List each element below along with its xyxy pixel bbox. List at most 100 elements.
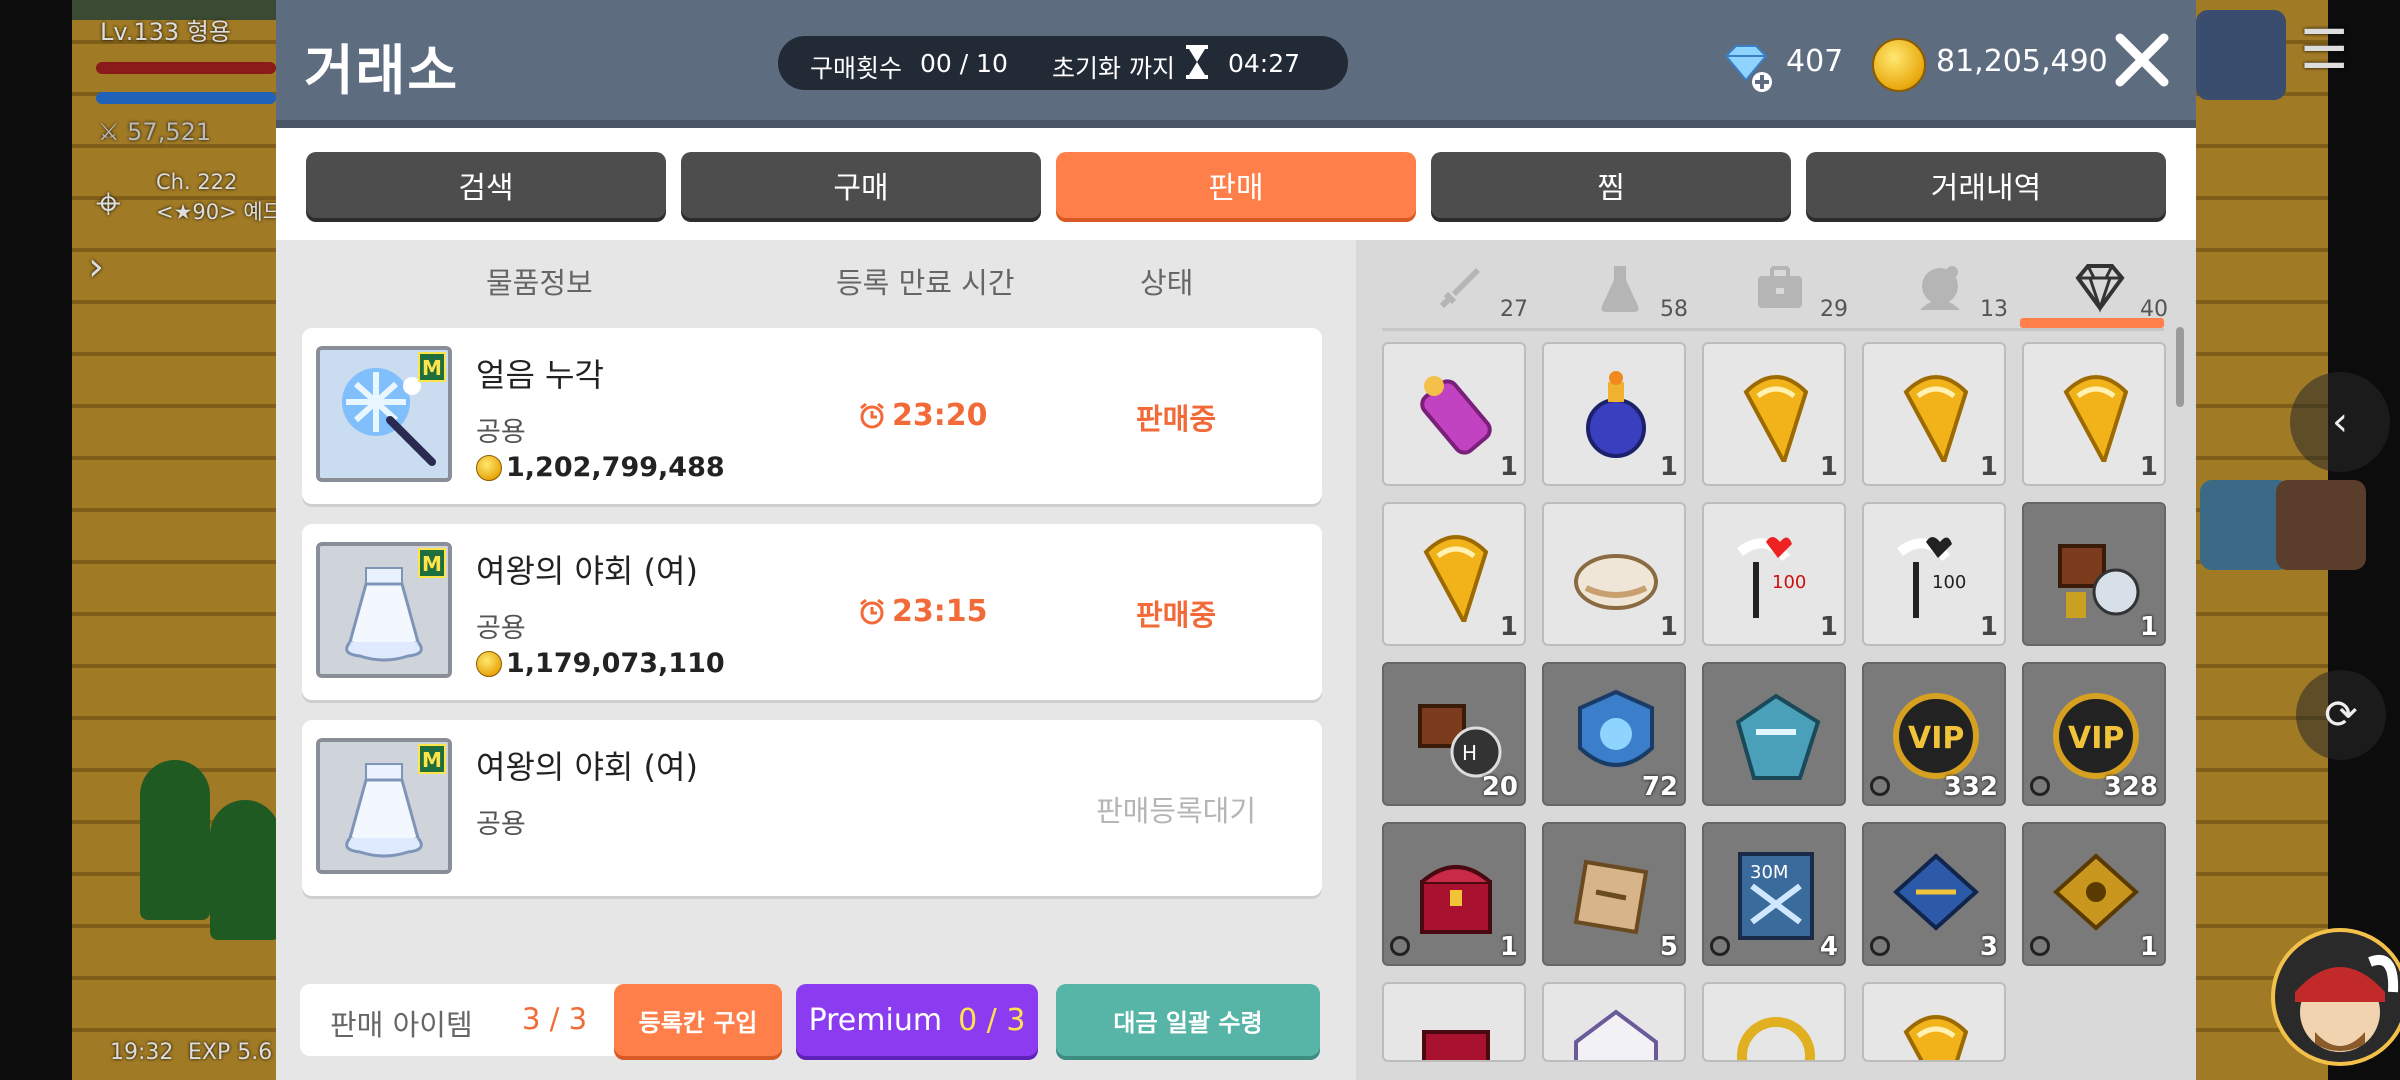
close-icon[interactable] bbox=[2112, 30, 2172, 90]
item-name: 여왕의 야회 (여) bbox=[476, 552, 698, 590]
tab-search[interactable]: 검색 bbox=[306, 152, 666, 218]
inventory-slot[interactable]: 72 bbox=[1542, 662, 1686, 806]
exchange-window: 거래소 구매횟수 00 / 10 초기화 까지 04:27 407 81,205… bbox=[276, 0, 2400, 1080]
item-quantity: 1 bbox=[1979, 612, 1998, 642]
gold-leaf-icon bbox=[1903, 375, 1969, 462]
expand-arrow-icon[interactable]: › bbox=[88, 244, 104, 290]
hourglass-icon bbox=[1186, 45, 1208, 79]
timer-clock-icon bbox=[1870, 936, 1890, 956]
inventory-slot[interactable]: H 20 bbox=[1382, 662, 1526, 806]
inventory-slot[interactable]: 1 bbox=[2022, 502, 2166, 646]
buy-slot-button[interactable]: 등록칸 구입 bbox=[614, 984, 782, 1056]
meso-coin-icon bbox=[476, 455, 502, 481]
m-badge-icon: M bbox=[418, 352, 446, 382]
premium-value: 0 / 3 bbox=[958, 1002, 1026, 1038]
tab-count: 27 bbox=[1500, 297, 1528, 322]
status-badge: 판매등록대기 bbox=[1095, 794, 1257, 828]
item-quantity: 1 bbox=[2139, 932, 2158, 962]
item-price: 1,202,799,488 bbox=[506, 452, 725, 483]
expire-time: 23:20 bbox=[892, 398, 988, 433]
premium-label: Premium bbox=[808, 1002, 943, 1038]
inventory-slot[interactable] bbox=[1542, 982, 1686, 1062]
inventory-slot[interactable]: 30M 4 bbox=[1702, 822, 1846, 966]
reset-time: 04:27 bbox=[1228, 49, 1301, 78]
clock-time: 19:32 bbox=[110, 1040, 174, 1065]
item-quantity: 1 bbox=[1819, 612, 1838, 642]
channel-label: Ch. 222 bbox=[156, 170, 238, 194]
inventory-slot[interactable]: VIP 332 bbox=[1862, 662, 2006, 806]
svg-text:100: 100 bbox=[1772, 572, 1806, 593]
costume-icon bbox=[1920, 266, 1960, 310]
diamond-icon bbox=[2075, 264, 2125, 313]
30m-card-icon: 30M bbox=[1738, 852, 1814, 940]
inventory-slot[interactable]: 1 bbox=[1382, 822, 1526, 966]
tab-history[interactable]: 거래내역 bbox=[1806, 152, 2166, 218]
collapse-arrow-button[interactable]: ‹ bbox=[2290, 372, 2390, 472]
inventory-slot[interactable]: VIP 328 bbox=[2022, 662, 2166, 806]
meso-coin-icon bbox=[1872, 38, 1926, 92]
inventory-slot[interactable]: 1 bbox=[1382, 342, 1526, 486]
expire-time: 23:15 bbox=[892, 594, 988, 629]
refresh-button[interactable]: ⟳ bbox=[2296, 670, 2386, 760]
item-quantity: 3 bbox=[1979, 932, 1998, 962]
svg-text:30M: 30M bbox=[1750, 862, 1788, 883]
inventory-slot[interactable] bbox=[1702, 662, 1846, 806]
inventory-slot[interactable]: 1 bbox=[1862, 342, 2006, 486]
quick-slot-button[interactable] bbox=[2276, 480, 2366, 570]
item-quantity: 332 bbox=[1943, 772, 1998, 802]
premium-button[interactable]: Premium 0 / 3 bbox=[796, 984, 1038, 1056]
timer-clock-icon bbox=[2030, 776, 2050, 796]
inventory-tab-equip[interactable]: 27 bbox=[1382, 248, 1538, 324]
vip-icon: VIP bbox=[1893, 693, 1979, 779]
item-quantity: 1 bbox=[1979, 452, 1998, 482]
inventory-slot[interactable] bbox=[1702, 982, 1846, 1062]
inventory-slot[interactable] bbox=[1862, 982, 2006, 1062]
window-title: 거래소 bbox=[304, 39, 460, 102]
svg-text:VIP: VIP bbox=[2068, 721, 2124, 756]
tree-decoration bbox=[210, 800, 280, 940]
inventory-slot[interactable]: 100 1 bbox=[1862, 502, 2006, 646]
meso-amount: 81,205,490 bbox=[1936, 44, 2108, 79]
inventory-slot[interactable]: 1 bbox=[2022, 822, 2166, 966]
item-job: 공용 bbox=[476, 417, 526, 448]
inventory-scrollbar[interactable] bbox=[2176, 327, 2184, 407]
character-menu-button[interactable] bbox=[2196, 10, 2286, 100]
inventory-slot[interactable]: 1 bbox=[1542, 502, 1686, 646]
inventory-tab-consume[interactable]: 58 bbox=[1542, 248, 1698, 324]
listing-card[interactable]: M 여왕의 야회 (여) 공용 1,179,073,110 23:15 판매중 bbox=[302, 524, 1322, 700]
sell-footer: 판매 아이템 3 / 3 등록칸 구입 Premium 0 / 3 대금 일괄 … bbox=[300, 984, 1324, 1058]
inventory-tab-etc[interactable]: 29 bbox=[1702, 248, 1858, 324]
hp-bar bbox=[96, 62, 276, 74]
m-badge-icon: M bbox=[418, 548, 446, 578]
inventory-slot[interactable]: 3 bbox=[1862, 822, 2006, 966]
inventory-slot[interactable] bbox=[1382, 982, 1526, 1062]
coupon-machine-icon bbox=[2058, 544, 2140, 618]
tab-sell[interactable]: 판매 bbox=[1056, 152, 1416, 218]
meso-coin-icon bbox=[476, 651, 502, 677]
inventory-slot[interactable]: 1 bbox=[1382, 502, 1526, 646]
tab-wishlist[interactable]: 찜 bbox=[1431, 152, 1791, 218]
hamburger-menu-icon[interactable]: ☰ bbox=[2300, 18, 2348, 81]
tab-buy[interactable]: 구매 bbox=[681, 152, 1041, 218]
listing-card[interactable]: M 얼음 누각 공용 1,202,799,488 23:20 판매중 bbox=[302, 328, 1322, 504]
inventory-slot[interactable]: 100 1 bbox=[1702, 502, 1846, 646]
inventory-slot[interactable]: 1 bbox=[1542, 342, 1686, 486]
timer-clock-icon bbox=[2030, 936, 2050, 956]
inventory-tab-setup[interactable]: 13 bbox=[1862, 248, 2018, 324]
location-pin-icon[interactable]: ⌖ bbox=[96, 178, 121, 229]
exp-label: EXP 5.6 bbox=[188, 1040, 273, 1065]
claim-all-button[interactable]: 대금 일괄 수령 bbox=[1056, 984, 1320, 1056]
inventory-slot[interactable]: 5 bbox=[1542, 822, 1686, 966]
inventory-slot[interactable]: 1 bbox=[1702, 342, 1846, 486]
sell-listing-panel: 물품정보 등록 만료 시간 상태 M 얼음 누각 공용 1,202,799,48… bbox=[276, 240, 1356, 1080]
tab-count: 29 bbox=[1820, 297, 1848, 322]
item-job: 공용 bbox=[476, 613, 526, 644]
inventory-slot[interactable]: 1 bbox=[2022, 342, 2166, 486]
helper-avatar[interactable] bbox=[2271, 928, 2400, 1066]
blue-envelope-icon bbox=[1893, 853, 1979, 931]
inventory-tab-cash[interactable]: 40 bbox=[2022, 248, 2178, 324]
treasure-chest-icon bbox=[1420, 865, 1492, 934]
diamond-plus-icon[interactable] bbox=[1720, 38, 1776, 94]
queen-dress-icon: M bbox=[316, 542, 452, 678]
listing-card[interactable]: M 여왕의 야회 (여) 공용 판매등록대기 bbox=[302, 720, 1322, 896]
